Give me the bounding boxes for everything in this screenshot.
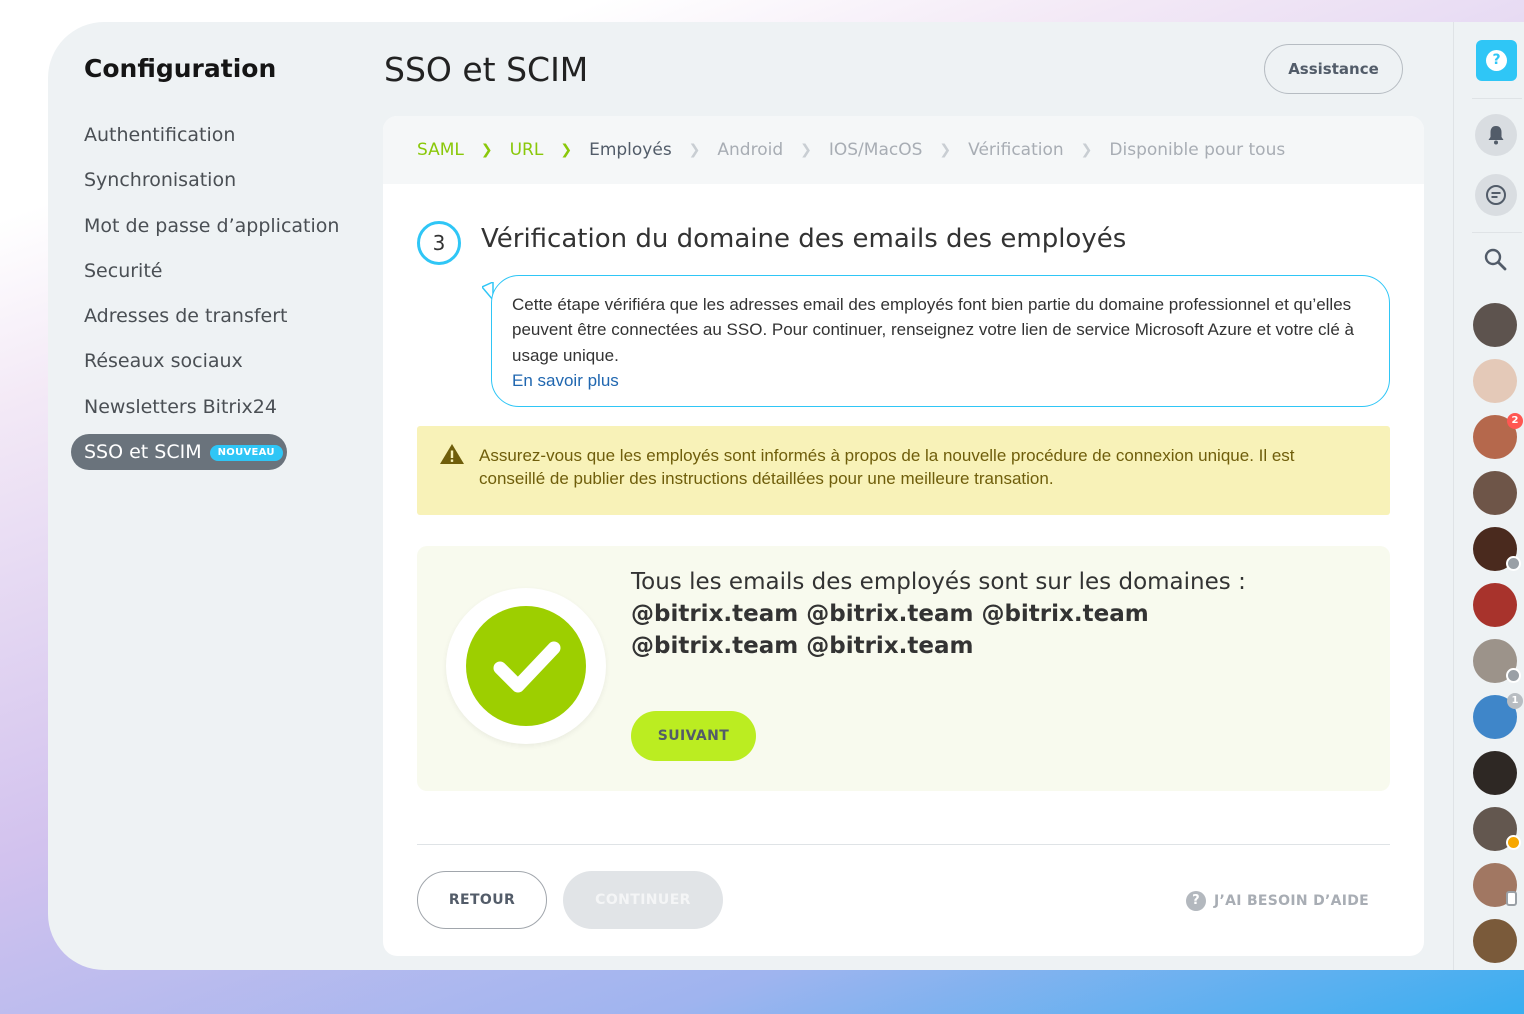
chevron-right-icon: ❯ — [480, 142, 493, 158]
avatar[interactable] — [1473, 751, 1517, 795]
search-icon[interactable] — [1482, 246, 1510, 274]
email-domains: @bitrix.team @bitrix.team @bitrix.team @… — [631, 601, 1149, 659]
avatar[interactable] — [1473, 303, 1517, 347]
chevron-right-icon: ❯ — [800, 142, 812, 158]
menu-item-synchronisation[interactable]: Synchronisation — [71, 162, 311, 198]
section-title: Vérification du domaine des emails des e… — [481, 224, 1127, 254]
learn-more-link[interactable]: En savoir plus — [512, 368, 1369, 393]
menu-item-security[interactable]: Securité — [71, 253, 311, 289]
app-window: Configuration Authentification Synchroni… — [48, 22, 1524, 970]
chevron-right-icon: ❯ — [939, 142, 952, 158]
assistance-button[interactable]: Assistance — [1264, 44, 1403, 94]
info-bubble: Cette étape vérifiéra que les adresses e… — [491, 275, 1390, 407]
notifications-button[interactable] — [1475, 114, 1517, 156]
bell-icon — [1488, 126, 1504, 145]
next-button[interactable]: SUIVANT — [631, 711, 756, 761]
success-box: Tous les emails des employés sont sur le… — [417, 546, 1390, 791]
help-button[interactable]: ? — [1476, 40, 1517, 81]
toolbar-separator — [1472, 98, 1522, 99]
chat-icon — [1486, 185, 1506, 205]
question-icon: ? — [1486, 50, 1507, 71]
toolbar-separator — [1472, 232, 1522, 233]
warning-box: Assurez-vous que les employés sont infor… — [417, 426, 1390, 515]
chats-button[interactable] — [1475, 174, 1517, 216]
offline-status-icon — [1506, 556, 1521, 571]
menu-item-social[interactable]: Réseaux sociaux — [71, 343, 311, 379]
avatar[interactable] — [1473, 919, 1517, 963]
avatar[interactable] — [1473, 583, 1517, 627]
need-help-link[interactable]: ? J’AI BESOIN D’AIDE — [1186, 889, 1369, 913]
step-verification: Vérification — [968, 140, 1064, 160]
step-android: Android — [717, 140, 784, 160]
step-number: 3 — [417, 221, 461, 265]
step-saml[interactable]: SAML — [417, 140, 464, 160]
menu-item-newsletters[interactable]: Newsletters Bitrix24 — [71, 389, 311, 425]
unread-counter: 1 — [1507, 693, 1523, 709]
new-badge: NOUVEAU — [209, 445, 283, 462]
offline-status-icon — [1506, 668, 1521, 683]
step-employees: Employés — [589, 140, 672, 160]
success-message: Tous les emails des employés sont sur le… — [631, 566, 1271, 662]
checkmark-icon — [493, 641, 561, 693]
warning-icon — [440, 444, 464, 464]
toolbar-divider — [1453, 22, 1454, 970]
step-ios-macos: IOS/MacOS — [828, 140, 923, 160]
page-title: SSO et SCIM — [384, 50, 589, 89]
chevron-right-icon: ❯ — [560, 142, 573, 158]
success-badge — [446, 588, 606, 744]
away-status-icon — [1506, 835, 1521, 850]
main-panel: SAML ❯ URL ❯ Employés ❯ Android ❯ IOS/Ma… — [383, 116, 1424, 956]
step-url[interactable]: URL — [510, 140, 544, 160]
need-help-label: J’AI BESOIN D’AIDE — [1214, 893, 1370, 909]
steps-breadcrumb: SAML ❯ URL ❯ Employés ❯ Android ❯ IOS/Ma… — [383, 116, 1424, 184]
chevron-right-icon: ❯ — [1080, 142, 1093, 158]
back-button[interactable]: RETOUR — [417, 871, 547, 929]
continue-button[interactable]: CONTINUER — [563, 871, 723, 929]
success-text: Tous les emails des employés sont sur le… — [631, 569, 1246, 595]
mobile-status-icon — [1506, 891, 1517, 906]
avatar[interactable] — [1473, 359, 1517, 403]
menu-item-sso-scim[interactable]: SSO et SCIM NOUVEAU — [71, 434, 287, 471]
footer-divider — [417, 844, 1390, 845]
step-available-all: Disponible pour tous — [1109, 140, 1286, 160]
menu-item-authentication[interactable]: Authentification — [71, 117, 311, 153]
avatar[interactable] — [1473, 471, 1517, 515]
menu-item-label: SSO et SCIM — [84, 441, 202, 464]
info-text: Cette étape vérifiéra que les adresses e… — [512, 295, 1354, 365]
menu-item-app-password[interactable]: Mot de passe d’application — [71, 208, 339, 244]
settings-title: Configuration — [84, 54, 277, 83]
menu-item-forwarding[interactable]: Adresses de transfert — [71, 298, 311, 334]
chevron-right-icon: ❯ — [688, 142, 701, 158]
warning-text: Assurez-vous que les employés sont infor… — [479, 446, 1295, 488]
question-icon: ? — [1186, 891, 1206, 911]
unread-counter: 2 — [1507, 413, 1523, 429]
settings-menu: Authentification Synchronisation Mot de … — [71, 117, 339, 479]
